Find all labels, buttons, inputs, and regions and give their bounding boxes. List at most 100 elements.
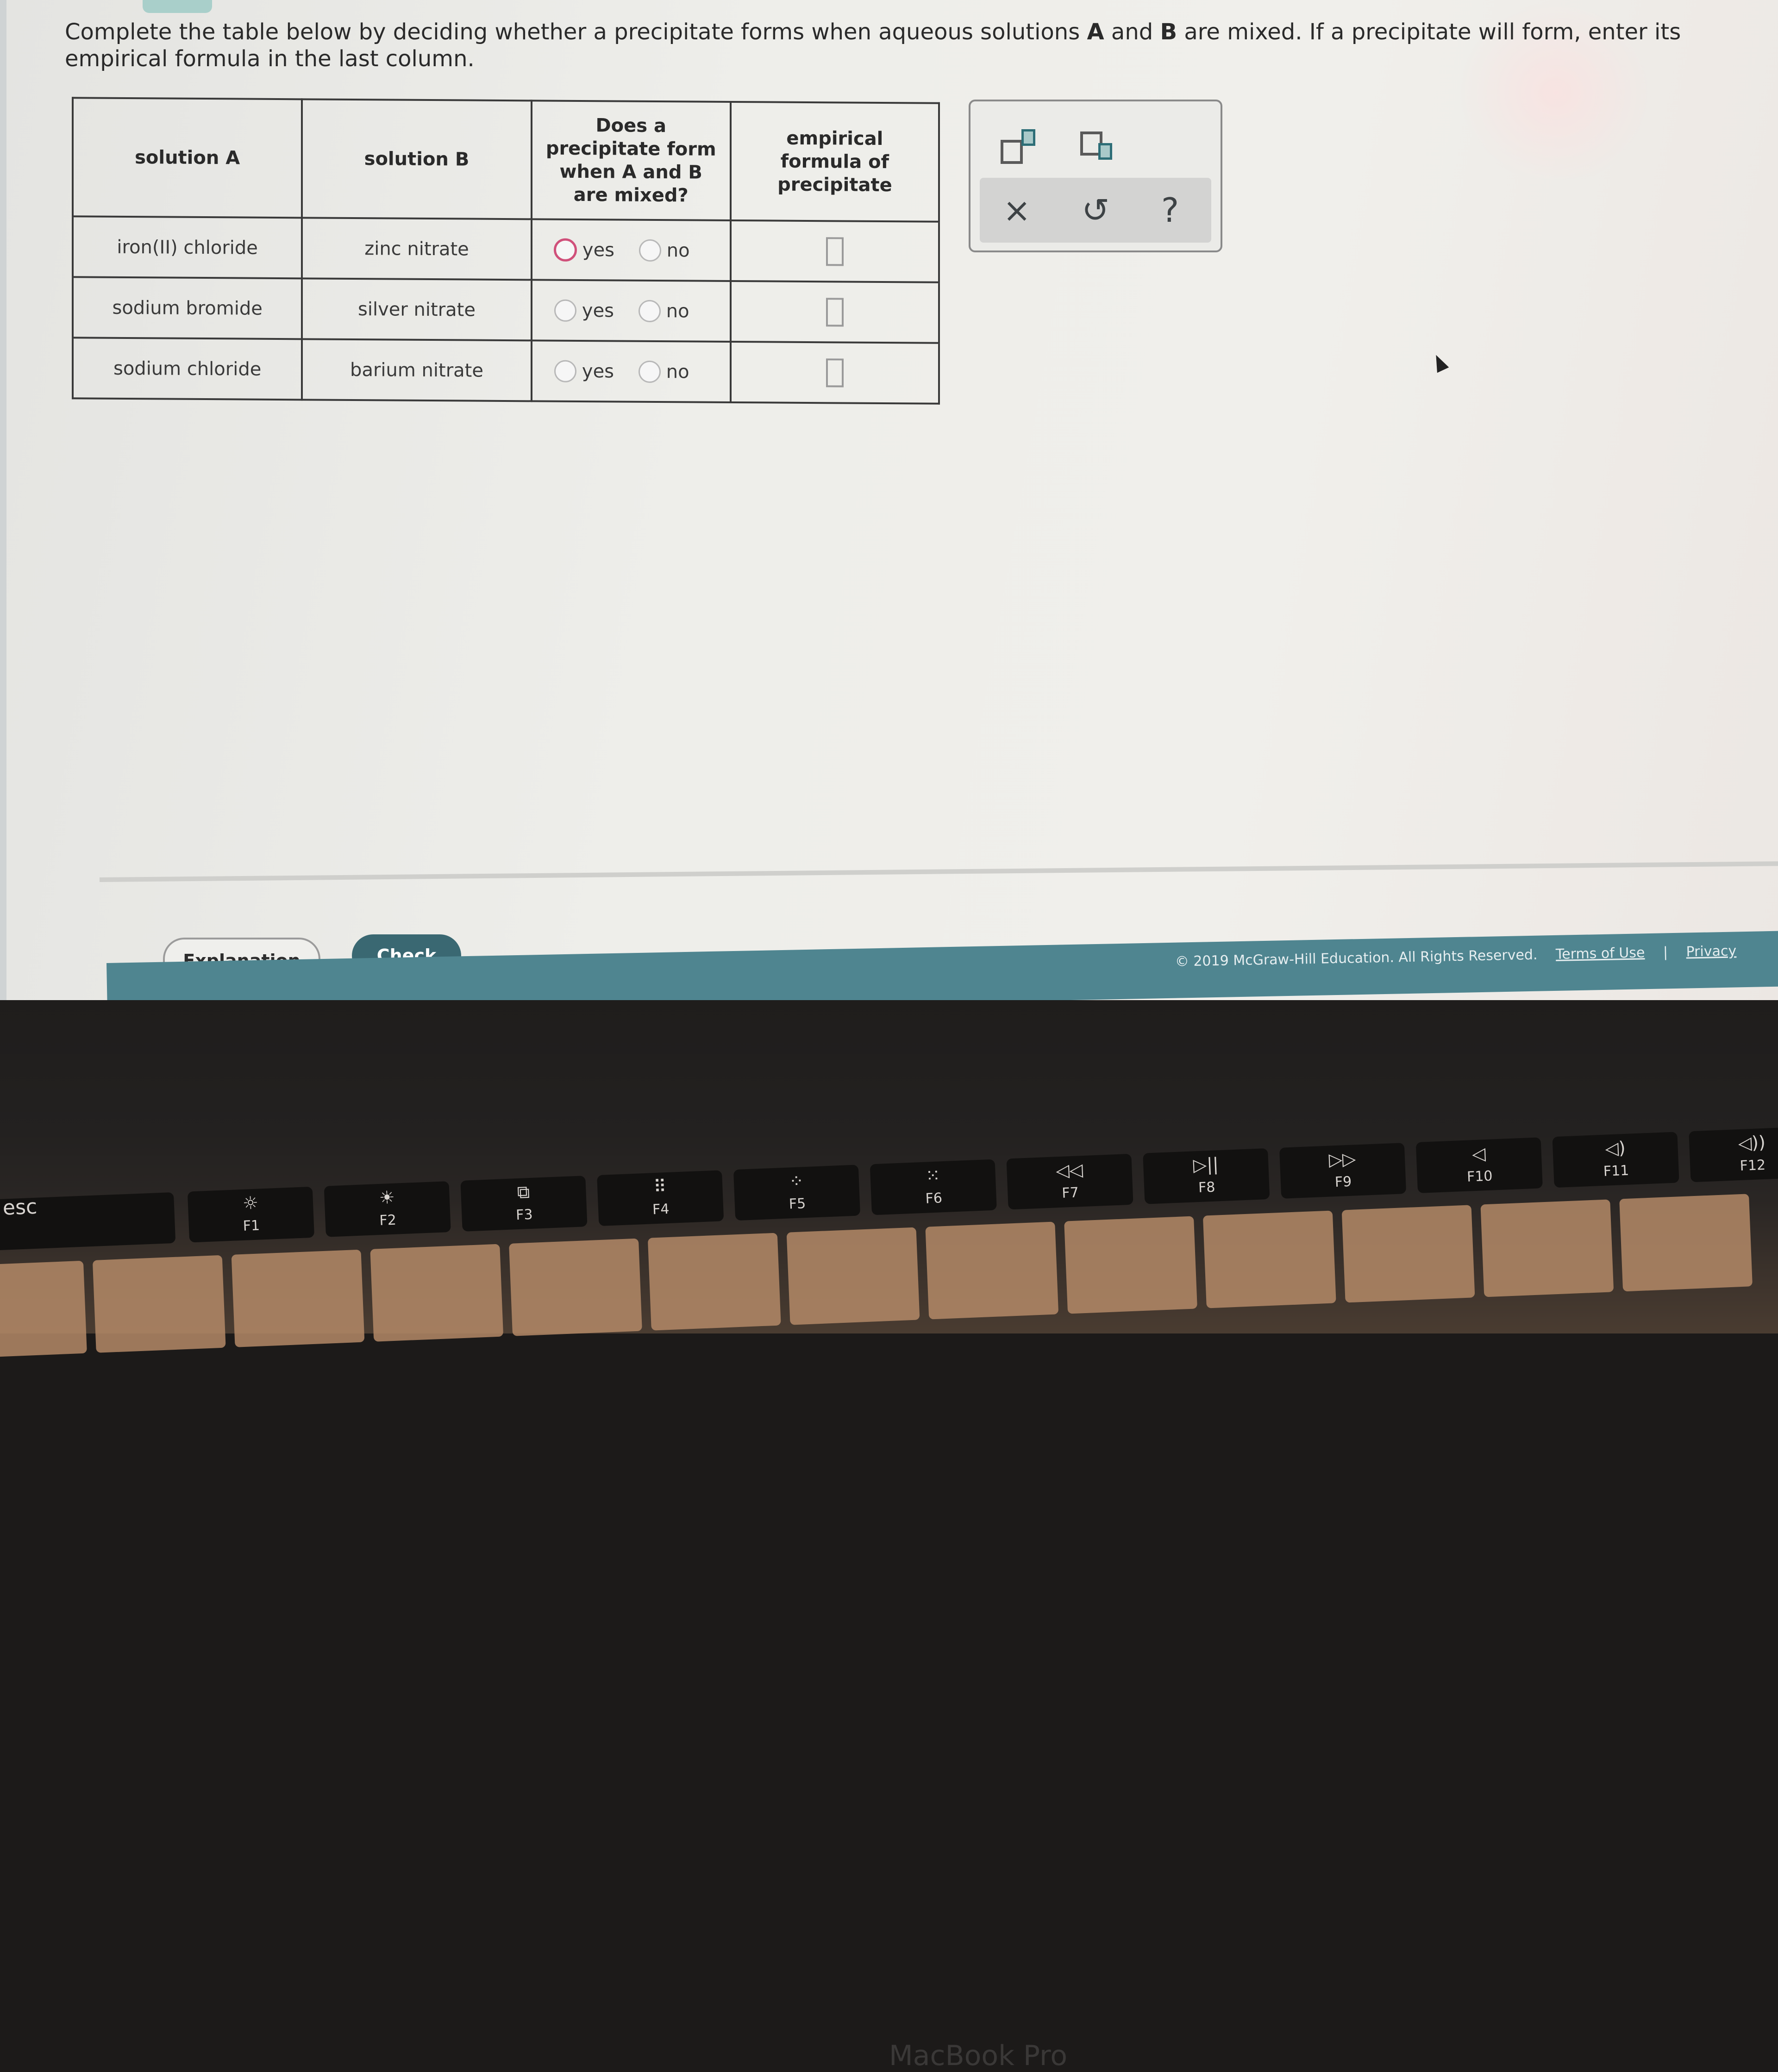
no-label[interactable]: no [667, 240, 690, 261]
keyboard-key[interactable] [0, 1260, 87, 1358]
no-radio[interactable] [638, 300, 661, 323]
keyboard-key[interactable] [1202, 1210, 1336, 1308]
prompt-solution-a: A [1087, 19, 1104, 45]
solution-a-cell: sodium chloride [73, 338, 302, 400]
launchpad-icon: ⠿ [653, 1176, 667, 1197]
mute-icon: ◁ [1471, 1143, 1486, 1164]
content-divider [99, 861, 1778, 882]
copyright-text: © 2019 McGraw-Hill Education. All Rights… [1175, 946, 1538, 970]
f10-key[interactable]: ◁ F10 [1415, 1137, 1543, 1194]
no-radio[interactable] [639, 239, 661, 262]
browser-screen: Complete the table below by deciding whe… [0, 0, 1778, 1019]
left-edge [0, 0, 6, 1019]
key-label: esc [2, 1195, 38, 1220]
undo-icon[interactable]: ↺ [1082, 194, 1109, 227]
base-box-icon [1001, 140, 1023, 164]
prompt-text: Complete the table below by deciding whe… [65, 19, 1087, 45]
header-precipitate-forms: Does a precipitate form when A and B are… [531, 100, 731, 220]
keyboard-key[interactable] [231, 1249, 365, 1347]
precipitate-choice-cell: yes no [531, 219, 731, 281]
f8-key[interactable]: ▷|| F8 [1143, 1148, 1270, 1204]
no-radio[interactable] [638, 360, 661, 383]
formula-palette: × ↺ ? [969, 100, 1222, 252]
subscript-icon [1098, 143, 1112, 160]
formula-cell [730, 341, 939, 404]
palette-action-bar: × ↺ ? [980, 178, 1211, 243]
volume-up-icon: ◁)) [1738, 1132, 1766, 1154]
esc-key[interactable]: esc [0, 1192, 176, 1251]
solution-a-cell: sodium bromide [73, 277, 302, 339]
table-row: sodium bromide silver nitrate yes no [73, 277, 939, 343]
superscript-icon [1021, 129, 1035, 146]
keyboard-light-up-icon: ⁙ [925, 1165, 941, 1186]
keyboard-key[interactable] [370, 1244, 504, 1342]
footer-text: © 2019 McGraw-Hill Education. All Rights… [1161, 943, 1737, 970]
keyboard-key[interactable] [1480, 1199, 1614, 1297]
formula-input[interactable] [826, 297, 844, 326]
f11-key[interactable]: ◁) F11 [1552, 1132, 1679, 1188]
formula-input[interactable] [826, 358, 844, 387]
keyboard-key[interactable] [647, 1233, 781, 1331]
f1-key[interactable]: ☼ F1 [187, 1186, 315, 1243]
subscript-button[interactable] [1078, 127, 1124, 169]
keyboard-key[interactable] [1341, 1205, 1475, 1303]
no-label[interactable]: no [666, 300, 689, 322]
solution-a-cell: iron(II) chloride [73, 216, 302, 279]
f3-key[interactable]: ⧉ F3 [460, 1176, 588, 1232]
precipitate-table: solution A solution B Does a precipitate… [72, 97, 940, 404]
play-pause-icon: ▷|| [1193, 1154, 1219, 1176]
question-prompt: Complete the table below by deciding whe… [65, 19, 1713, 72]
solution-b-cell: barium nitrate [302, 339, 532, 401]
keyboard-key[interactable] [1064, 1216, 1197, 1314]
brightness-up-icon: ☀ [378, 1187, 395, 1208]
prompt-text: and [1104, 19, 1160, 45]
solution-b-cell: zinc nitrate [302, 218, 532, 280]
f6-key[interactable]: ⁙ F6 [870, 1159, 997, 1215]
yes-radio[interactable] [554, 360, 576, 382]
keyboard-key[interactable] [786, 1227, 920, 1325]
privacy-link[interactable]: Privacy [1686, 943, 1736, 960]
solution-b-cell: silver nitrate [302, 278, 532, 341]
volume-down-icon: ◁) [1604, 1137, 1626, 1159]
footer-separator: | [1663, 944, 1668, 961]
yes-radio[interactable] [554, 299, 576, 322]
formula-cell [730, 220, 939, 282]
keyboard-key[interactable] [1619, 1194, 1753, 1292]
help-icon[interactable]: ? [1161, 194, 1179, 227]
clear-icon[interactable]: × [1003, 194, 1031, 227]
yes-radio[interactable] [553, 238, 577, 262]
yes-label[interactable]: yes [582, 361, 614, 382]
precipitate-choice-cell: yes no [531, 340, 731, 402]
table-header-row: solution A solution B Does a precipitate… [73, 98, 939, 222]
top-tab[interactable] [143, 0, 212, 13]
f5-key[interactable]: ⁘ F5 [733, 1164, 861, 1221]
laptop-brand-label: MacBook Pro [889, 2040, 1068, 2072]
f4-key[interactable]: ⠿ F4 [597, 1170, 724, 1227]
fast-forward-icon: ▷▷ [1328, 1148, 1357, 1170]
prompt-solution-b: B [1160, 19, 1177, 45]
terms-of-use-link[interactable]: Terms of Use [1556, 945, 1645, 963]
f2-key[interactable]: ☀ F2 [324, 1181, 451, 1237]
brightness-down-icon: ☼ [242, 1192, 259, 1214]
superscript-button[interactable] [998, 127, 1045, 169]
keyboard-light-down-icon: ⁘ [789, 1171, 804, 1192]
rewind-icon: ◁◁ [1055, 1159, 1083, 1181]
yes-label[interactable]: yes [582, 239, 614, 261]
yes-label[interactable]: yes [582, 300, 614, 321]
f9-key[interactable]: ▷▷ F9 [1279, 1143, 1407, 1199]
no-label[interactable]: no [666, 361, 689, 382]
formula-cell [730, 281, 939, 343]
formula-input[interactable] [826, 237, 844, 266]
keyboard-key[interactable] [925, 1221, 1059, 1320]
table-row: iron(II) chloride zinc nitrate yes no [73, 216, 939, 282]
header-solution-b: solution B [302, 99, 532, 219]
header-solution-a: solution A [73, 98, 302, 218]
keyboard-key[interactable] [92, 1255, 226, 1353]
keyboard-key[interactable] [509, 1238, 642, 1336]
mouse-cursor-icon [1430, 352, 1449, 373]
table-row: sodium chloride barium nitrate yes no [73, 338, 939, 404]
precipitate-choice-cell: yes no [531, 280, 731, 342]
f7-key[interactable]: ◁◁ F7 [1006, 1153, 1133, 1210]
header-empirical-formula: empirical formula of precipitate [730, 101, 939, 222]
f12-key[interactable]: ◁)) F12 [1689, 1126, 1778, 1183]
